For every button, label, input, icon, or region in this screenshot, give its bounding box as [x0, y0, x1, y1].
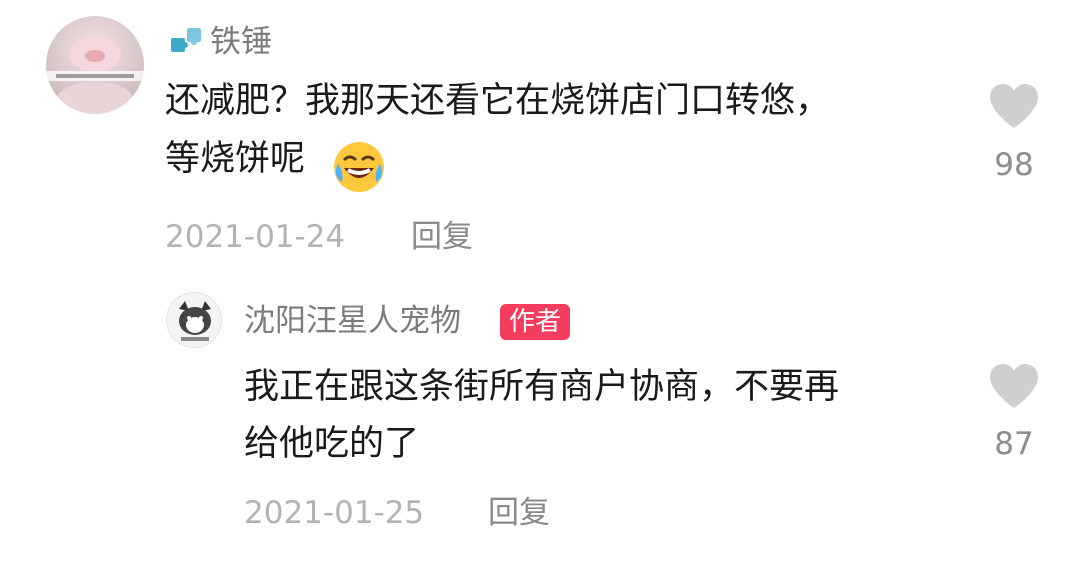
reply-text-line-2: 给他吃的了 — [244, 424, 420, 464]
puzzle-icon — [169, 22, 205, 58]
comment-text-line-1: 还减肥？我那天还看它在烧饼店门口转悠， — [165, 81, 831, 121]
reply-button[interactable]: 回复 — [411, 217, 473, 257]
commenter-username[interactable]: 铁锤 — [210, 22, 272, 62]
like-count: 98 — [994, 147, 1034, 183]
reply-text-line-1: 我正在跟这条街所有商户协商，不要再 — [244, 367, 840, 407]
author-avatar[interactable] — [166, 292, 222, 348]
pink-pig-avatar-icon — [46, 36, 144, 114]
heart-icon[interactable] — [988, 82, 1040, 130]
like-count: 87 — [994, 426, 1034, 462]
author-badge: 作者 — [500, 304, 571, 340]
comment-text-line-2: 等烧饼呢 — [165, 139, 306, 179]
comment-section: 铁锤 还减肥？我那天还看它在烧饼店门口转悠， 等烧饼呢 2021-01-24 回… — [0, 0, 1080, 562]
comment-date: 2021-01-24 — [165, 219, 346, 255]
heart-icon[interactable] — [988, 362, 1040, 410]
reply-button[interactable]: 回复 — [488, 493, 550, 533]
author-username[interactable]: 沈阳汪星人宠物 — [244, 301, 461, 341]
commenter-avatar[interactable] — [46, 16, 144, 114]
reply-date: 2021-01-25 — [244, 495, 425, 531]
husky-logo-avatar-icon — [179, 301, 211, 341]
laughing-crying-emoji-icon — [332, 140, 386, 194]
